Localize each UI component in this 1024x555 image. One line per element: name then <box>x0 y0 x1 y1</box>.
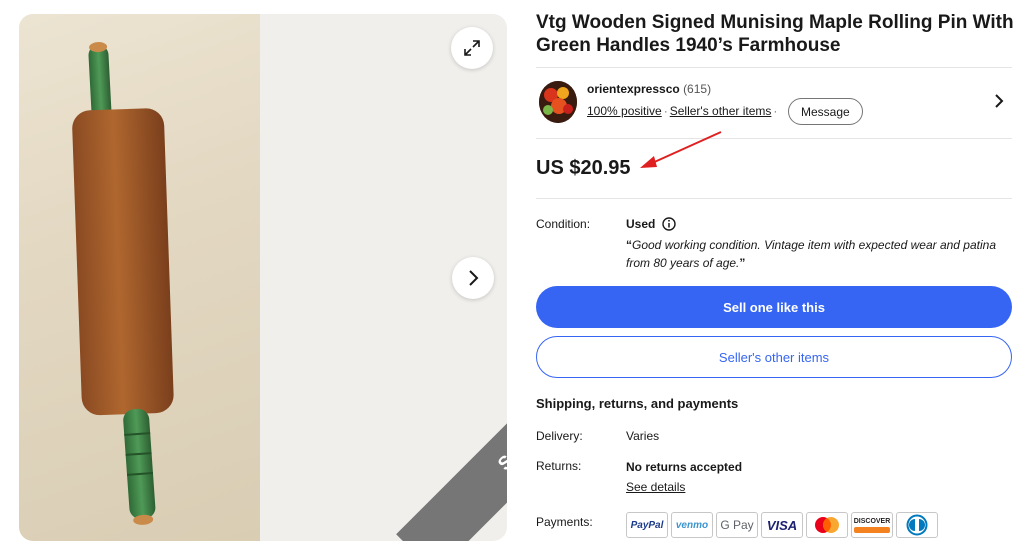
shipping-section-title: Shipping, returns, and payments <box>536 396 739 411</box>
info-icon[interactable] <box>662 217 677 231</box>
listing-page: SOLD Vtg Wooden Signed Munising Maple Ro… <box>0 0 1024 555</box>
item-title: Vtg Wooden Signed Munising Maple Rolling… <box>536 12 1014 56</box>
delivery-label: Delivery: <box>536 429 583 443</box>
seller-name-row[interactable]: orientexpressco (615) <box>587 82 711 96</box>
returns-label: Returns: <box>536 459 582 473</box>
seller-other-items-link[interactable]: Seller's other items <box>670 104 772 118</box>
seller-links: 100% positive · Seller's other items · <box>587 104 779 118</box>
see-details-link[interactable]: See details <box>626 480 685 494</box>
sold-banner: SOLD <box>396 341 507 541</box>
divider <box>536 138 1012 139</box>
paypal-icon: PayPal <box>626 512 668 538</box>
image-gallery[interactable]: SOLD <box>19 14 507 541</box>
seller-name[interactable]: orientexpressco <box>587 82 680 96</box>
expand-icon <box>464 40 480 56</box>
mastercard-icon <box>806 512 848 538</box>
payment-methods: PayPal venmo G Pay VISA DISCOVER <box>626 512 938 538</box>
positive-feedback-link[interactable]: 100% positive <box>587 104 662 118</box>
google-pay-icon: G Pay <box>716 512 758 538</box>
condition-note: “Good working condition. Vintage item wi… <box>626 236 996 272</box>
item-photo[interactable] <box>19 14 260 541</box>
expand-image-button[interactable] <box>451 27 493 69</box>
item-price: US $20.95 <box>536 157 631 179</box>
condition-label: Condition: <box>536 217 591 231</box>
condition-note-text: Good working condition. Vintage item wit… <box>626 238 997 270</box>
delivery-value: Varies <box>626 429 660 443</box>
separator-dot: · <box>663 104 668 118</box>
chevron-right-icon <box>469 270 479 286</box>
payments-label: Payments: <box>536 515 593 529</box>
message-button[interactable]: Message <box>788 98 863 125</box>
condition-value-row: Used <box>626 217 677 231</box>
sold-label: SOLD <box>494 420 507 476</box>
condition-value: Used <box>626 217 656 231</box>
returns-value: No returns accepted <box>626 460 743 474</box>
red-arrow-annotation-icon <box>640 131 722 168</box>
quote-close: ” <box>739 256 746 270</box>
diners-club-icon <box>896 512 938 538</box>
discover-label: DISCOVER <box>853 517 891 525</box>
discover-icon: DISCOVER <box>851 512 893 538</box>
divider <box>536 67 1012 68</box>
sold-overlay: SOLD <box>307 341 507 541</box>
sellers-other-items-button[interactable]: Seller's other items <box>536 336 1012 378</box>
visa-icon: VISA <box>761 512 803 538</box>
divider <box>536 198 1012 199</box>
next-image-button[interactable] <box>452 257 494 299</box>
rolling-pin-image <box>72 42 174 525</box>
venmo-icon: venmo <box>671 512 713 538</box>
separator-dot: · <box>773 104 778 118</box>
sell-one-like-this-button[interactable]: Sell one like this <box>536 286 1012 328</box>
seller-feedback-count: (615) <box>683 82 712 96</box>
seller-avatar[interactable] <box>539 81 577 123</box>
discover-stripe <box>854 526 890 533</box>
avatar-image <box>539 81 577 123</box>
seller-chevron-right-icon[interactable] <box>994 93 1004 114</box>
seller-card[interactable]: orientexpressco (615) 100% positive · Sell… <box>536 79 1012 127</box>
